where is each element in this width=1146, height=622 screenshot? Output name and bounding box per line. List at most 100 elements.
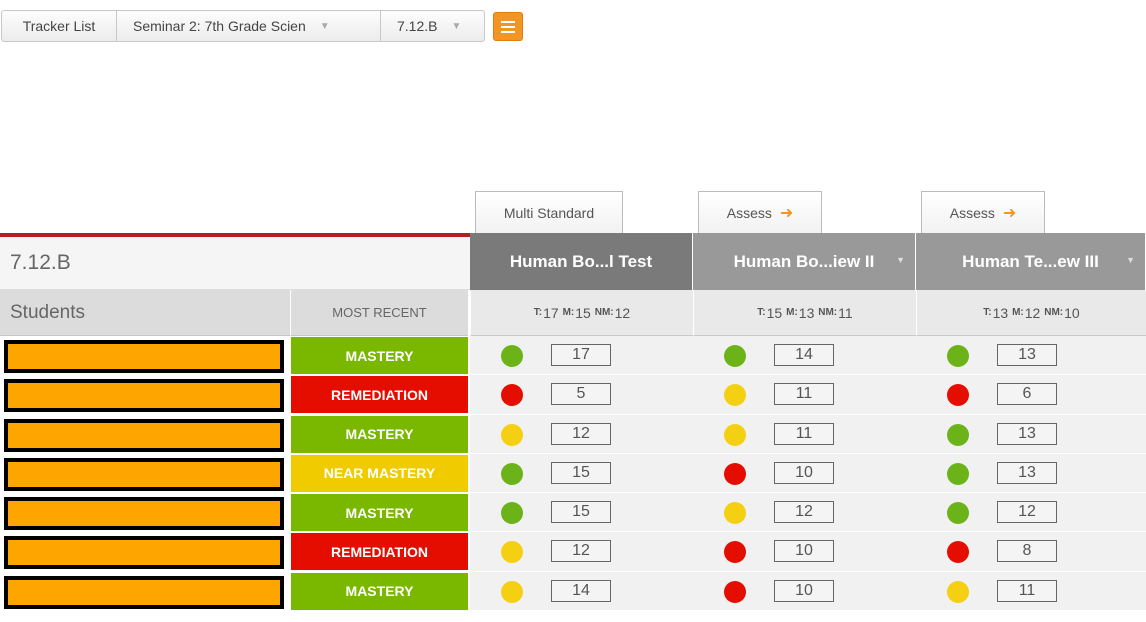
status-dot-icon <box>724 384 746 407</box>
score-cell: 6 <box>916 375 1146 415</box>
score-input[interactable]: 11 <box>774 422 834 445</box>
score-cell: 5 <box>470 375 693 415</box>
m-value: 13 <box>798 304 815 321</box>
score-input[interactable]: 6 <box>997 383 1057 406</box>
student-name-cell[interactable] <box>0 414 290 454</box>
status-dot-icon <box>724 345 746 367</box>
score-cell: 14 <box>693 336 916 376</box>
status-badge: REMEDIATION <box>291 533 468 571</box>
score-input[interactable]: 14 <box>551 579 611 602</box>
t-label: T: <box>533 307 543 318</box>
score-cell: 13 <box>916 336 1146 376</box>
student-name-cell[interactable] <box>0 336 290 376</box>
export-arrow-icon: ➜ <box>1002 204 1017 222</box>
redacted-student-name <box>4 497 284 531</box>
multi-standard-tab[interactable]: Multi Standard <box>475 191 623 233</box>
score-cell: 11 <box>916 571 1146 612</box>
assessment-stats-3: T: 13 M: 12 NM: 10 <box>916 290 1146 336</box>
standard-label: 7.12.B <box>397 18 438 34</box>
m-value: 12 <box>1024 304 1041 321</box>
score-input[interactable]: 11 <box>774 383 834 406</box>
tracker-list-button[interactable]: Tracker List <box>1 10 117 42</box>
t-value: 13 <box>992 304 1009 321</box>
score-cell: 17 <box>470 336 693 376</box>
students-column-header: Students <box>0 290 290 336</box>
status-dot-icon <box>724 423 746 446</box>
score-cell: 12 <box>470 532 693 572</box>
menu-button[interactable] <box>493 12 523 41</box>
chevron-down-icon[interactable]: ▼ <box>896 255 905 265</box>
score-input[interactable]: 17 <box>551 344 611 366</box>
score-input[interactable]: 10 <box>774 461 834 484</box>
status-badge: NEAR MASTERY <box>291 454 468 492</box>
table-row: MASTERY 17 14 13 <box>0 336 1146 376</box>
status-dot-icon <box>947 345 969 367</box>
status-dot-icon <box>724 580 746 603</box>
score-cell: 13 <box>916 414 1146 454</box>
scroll-cutoff <box>0 611 1146 622</box>
score-input[interactable]: 13 <box>997 344 1057 366</box>
score-input[interactable]: 12 <box>551 422 611 445</box>
score-input[interactable]: 10 <box>774 540 834 563</box>
assessment-stats-1: T: 17 M: 15 NM: 12 <box>470 290 693 336</box>
t-value: 15 <box>766 304 783 321</box>
score-input[interactable]: 14 <box>774 344 834 366</box>
assess-label: Assess <box>726 204 772 221</box>
score-cell: 8 <box>916 532 1146 572</box>
assess-button-2[interactable]: Assess ➜ <box>921 191 1045 233</box>
score-cell: 15 <box>470 453 693 494</box>
redacted-student-name <box>4 536 284 570</box>
assessment-header-1[interactable]: Human Bo...l Test <box>470 233 693 290</box>
standard-dropdown[interactable]: 7.12.B ▼ <box>381 10 485 42</box>
status-badge: MASTERY <box>291 337 468 374</box>
score-input[interactable]: 13 <box>997 422 1057 445</box>
status-dot-icon <box>724 502 746 525</box>
status-dot-icon <box>947 423 969 446</box>
score-input[interactable]: 10 <box>774 579 834 602</box>
score-input[interactable]: 12 <box>997 501 1057 524</box>
status-dot-icon <box>501 423 523 446</box>
assess-label: Assess <box>949 204 995 221</box>
multi-standard-label: Multi Standard <box>503 204 595 221</box>
student-name-cell[interactable] <box>0 453 290 494</box>
score-cell: 14 <box>470 571 693 612</box>
status-dot-icon <box>947 502 969 525</box>
table-row: MASTERY 15 12 12 <box>0 493 1146 533</box>
table-row: MASTERY 12 11 13 <box>0 414 1146 454</box>
export-arrow-icon: ➜ <box>779 204 794 222</box>
table-row: REMEDIATION 5 11 6 <box>0 375 1146 415</box>
score-input[interactable]: 11 <box>997 579 1057 602</box>
assessment-title: Human Bo...l Test <box>509 251 653 271</box>
status-dot-icon <box>947 580 969 603</box>
nm-value: 11 <box>838 304 853 321</box>
status-badge: MASTERY <box>291 494 468 532</box>
status-dot-icon <box>947 541 969 564</box>
students-label: Students <box>10 301 85 323</box>
m-value: 15 <box>575 304 591 321</box>
student-name-cell[interactable] <box>0 375 290 415</box>
score-input[interactable]: 13 <box>997 461 1057 484</box>
student-name-cell[interactable] <box>0 571 290 612</box>
score-input[interactable]: 15 <box>551 461 611 484</box>
student-name-cell[interactable] <box>0 532 290 572</box>
score-input[interactable]: 12 <box>774 501 834 524</box>
table-row: NEAR MASTERY 15 10 13 <box>0 453 1146 494</box>
score-input[interactable]: 8 <box>997 540 1057 563</box>
score-input[interactable]: 5 <box>551 383 611 406</box>
redacted-student-name <box>4 379 284 413</box>
student-name-cell[interactable] <box>0 493 290 533</box>
chevron-down-icon: ▼ <box>319 20 330 32</box>
assessment-header-2[interactable]: Human Bo...iew II ▼ <box>693 233 916 290</box>
seminar-dropdown[interactable]: Seminar 2: 7th Grade Scien ▼ <box>117 10 381 42</box>
assess-button-1[interactable]: Assess ➜ <box>698 191 822 233</box>
score-input[interactable]: 12 <box>551 540 611 563</box>
nm-value: 12 <box>614 304 631 321</box>
most-recent-label: MOST RECENT <box>332 305 427 320</box>
hamburger-icon <box>501 20 515 23</box>
assessment-header-3[interactable]: Human Te...ew III ▼ <box>916 233 1146 290</box>
chevron-down-icon[interactable]: ▼ <box>1126 255 1135 265</box>
score-cell: 10 <box>693 453 916 494</box>
score-cell: 13 <box>916 453 1146 494</box>
assessment-stats-2: T: 15 M: 13 NM: 11 <box>693 290 916 336</box>
score-input[interactable]: 15 <box>551 501 611 524</box>
